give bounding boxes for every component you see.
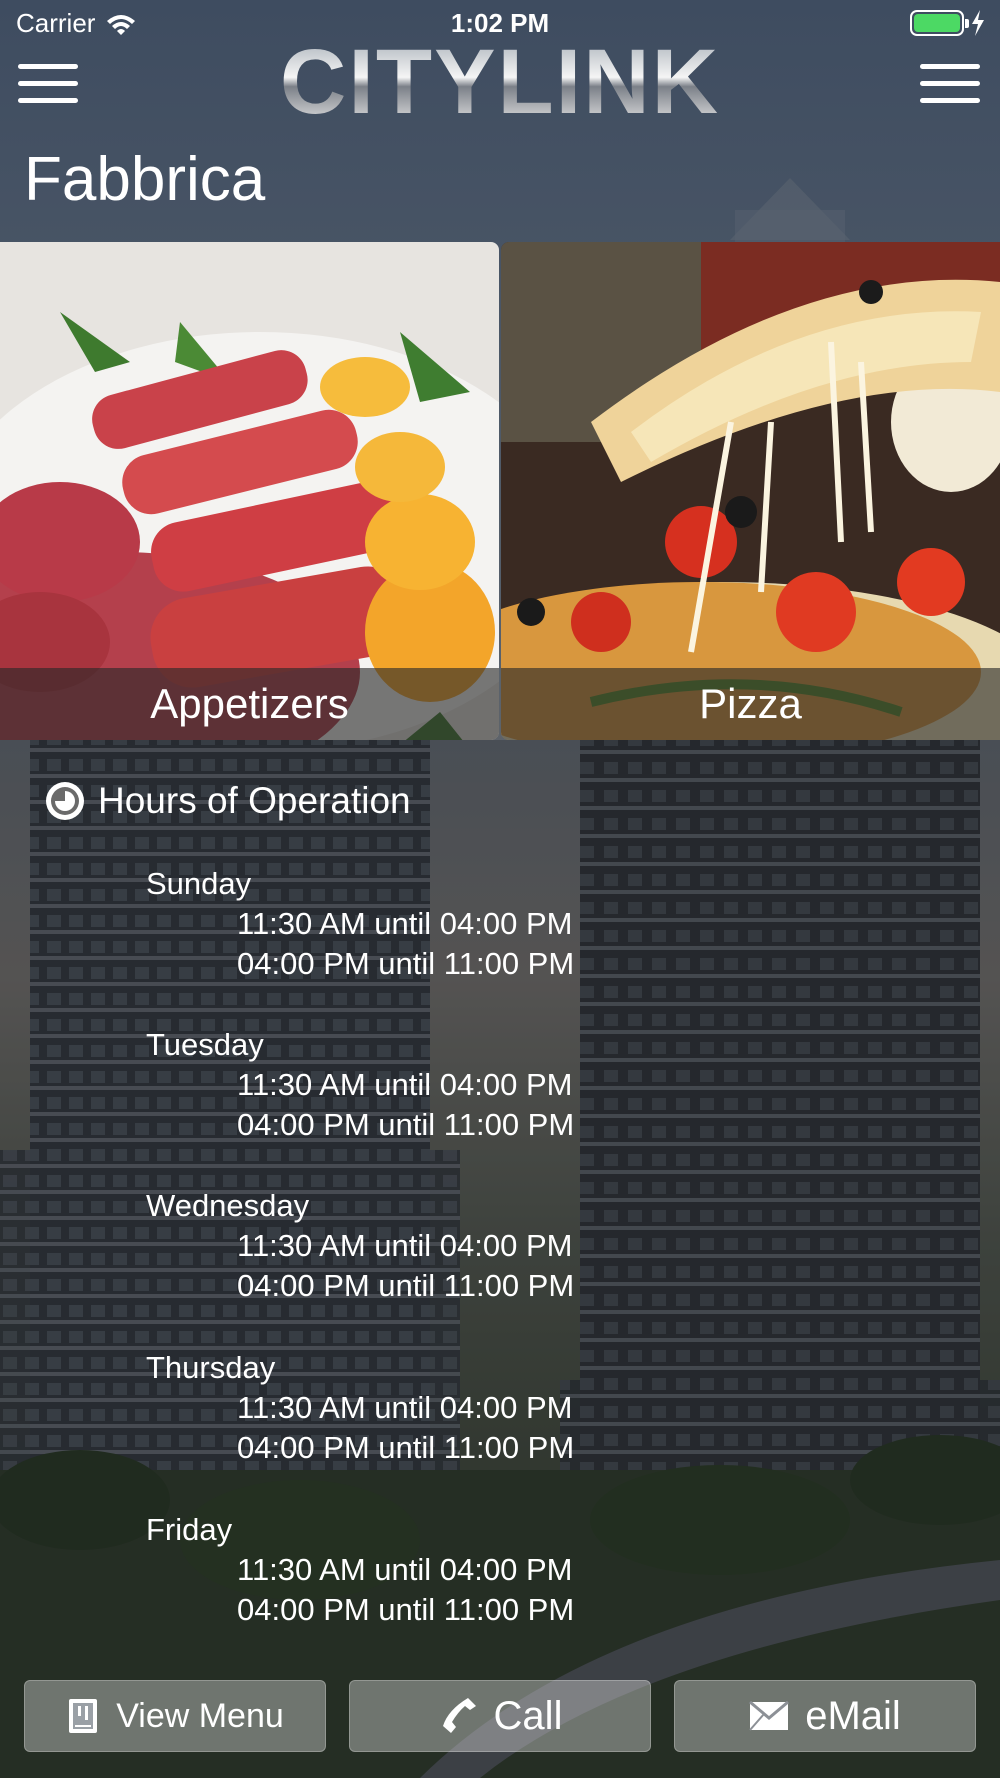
menu-book-icon (69, 1699, 98, 1733)
battery-indicator (910, 10, 986, 36)
call-button[interactable]: Call (349, 1680, 651, 1752)
email-label: eMail (805, 1693, 901, 1738)
envelope-icon (749, 1701, 790, 1731)
citylink-logo: CITYLINK (0, 36, 1000, 128)
time-slot: 11:30 AM until 04:00 PM (237, 1552, 573, 1587)
time-slot: 04:00 PM until 11:00 PM (237, 1107, 575, 1142)
hours-header: Hours of Operation (46, 780, 411, 822)
time-slot: 11:30 AM until 04:00 PM (237, 1228, 573, 1263)
battery-level (914, 14, 960, 32)
time-slot: 04:00 PM until 11:00 PM (237, 946, 575, 981)
view-menu-label: View Menu (116, 1696, 284, 1735)
category-grid: Appetizers Pizza (0, 242, 1000, 742)
day-name: Sunday (146, 866, 252, 901)
pizza-image (501, 242, 1000, 740)
charging-bolt-icon (972, 10, 984, 36)
day-name: Tuesday (146, 1027, 264, 1062)
battery-icon (910, 10, 969, 36)
app-screen: Carrier 1:02 PM CITYLINK Fabbrica Appeti… (0, 0, 1000, 1778)
category-label-pizza: Pizza (501, 668, 1000, 740)
time-slot: 04:00 PM until 11:00 PM (237, 1268, 575, 1303)
hours-title: Hours of Operation (98, 780, 411, 821)
action-bar: View Menu Call eMail (0, 1680, 1000, 1754)
time-slot: 11:30 AM until 04:00 PM (237, 906, 573, 941)
time-slot: 11:30 AM until 04:00 PM (237, 1067, 573, 1102)
category-tile-appetizers[interactable]: Appetizers (0, 242, 499, 740)
phone-icon (442, 1698, 476, 1733)
time-slot: 04:00 PM until 11:00 PM (237, 1430, 575, 1465)
category-tile-pizza[interactable]: Pizza (501, 242, 1000, 740)
call-label: Call (493, 1693, 563, 1738)
day-name: Friday (146, 1512, 233, 1547)
time-slot: 11:30 AM until 04:00 PM (237, 1390, 573, 1425)
category-label-appetizers: Appetizers (0, 668, 499, 740)
page-title: Fabbrica (24, 145, 266, 214)
time-slot: 04:00 PM until 11:00 PM (237, 1592, 575, 1627)
clock-icon (46, 782, 84, 820)
view-menu-button[interactable]: View Menu (24, 1680, 326, 1752)
hamburger-icon[interactable] (920, 58, 982, 108)
day-name: Wednesday (146, 1188, 310, 1223)
day-name: Thursday (146, 1350, 276, 1385)
email-button[interactable]: eMail (674, 1680, 976, 1752)
appetizers-image (0, 242, 499, 740)
